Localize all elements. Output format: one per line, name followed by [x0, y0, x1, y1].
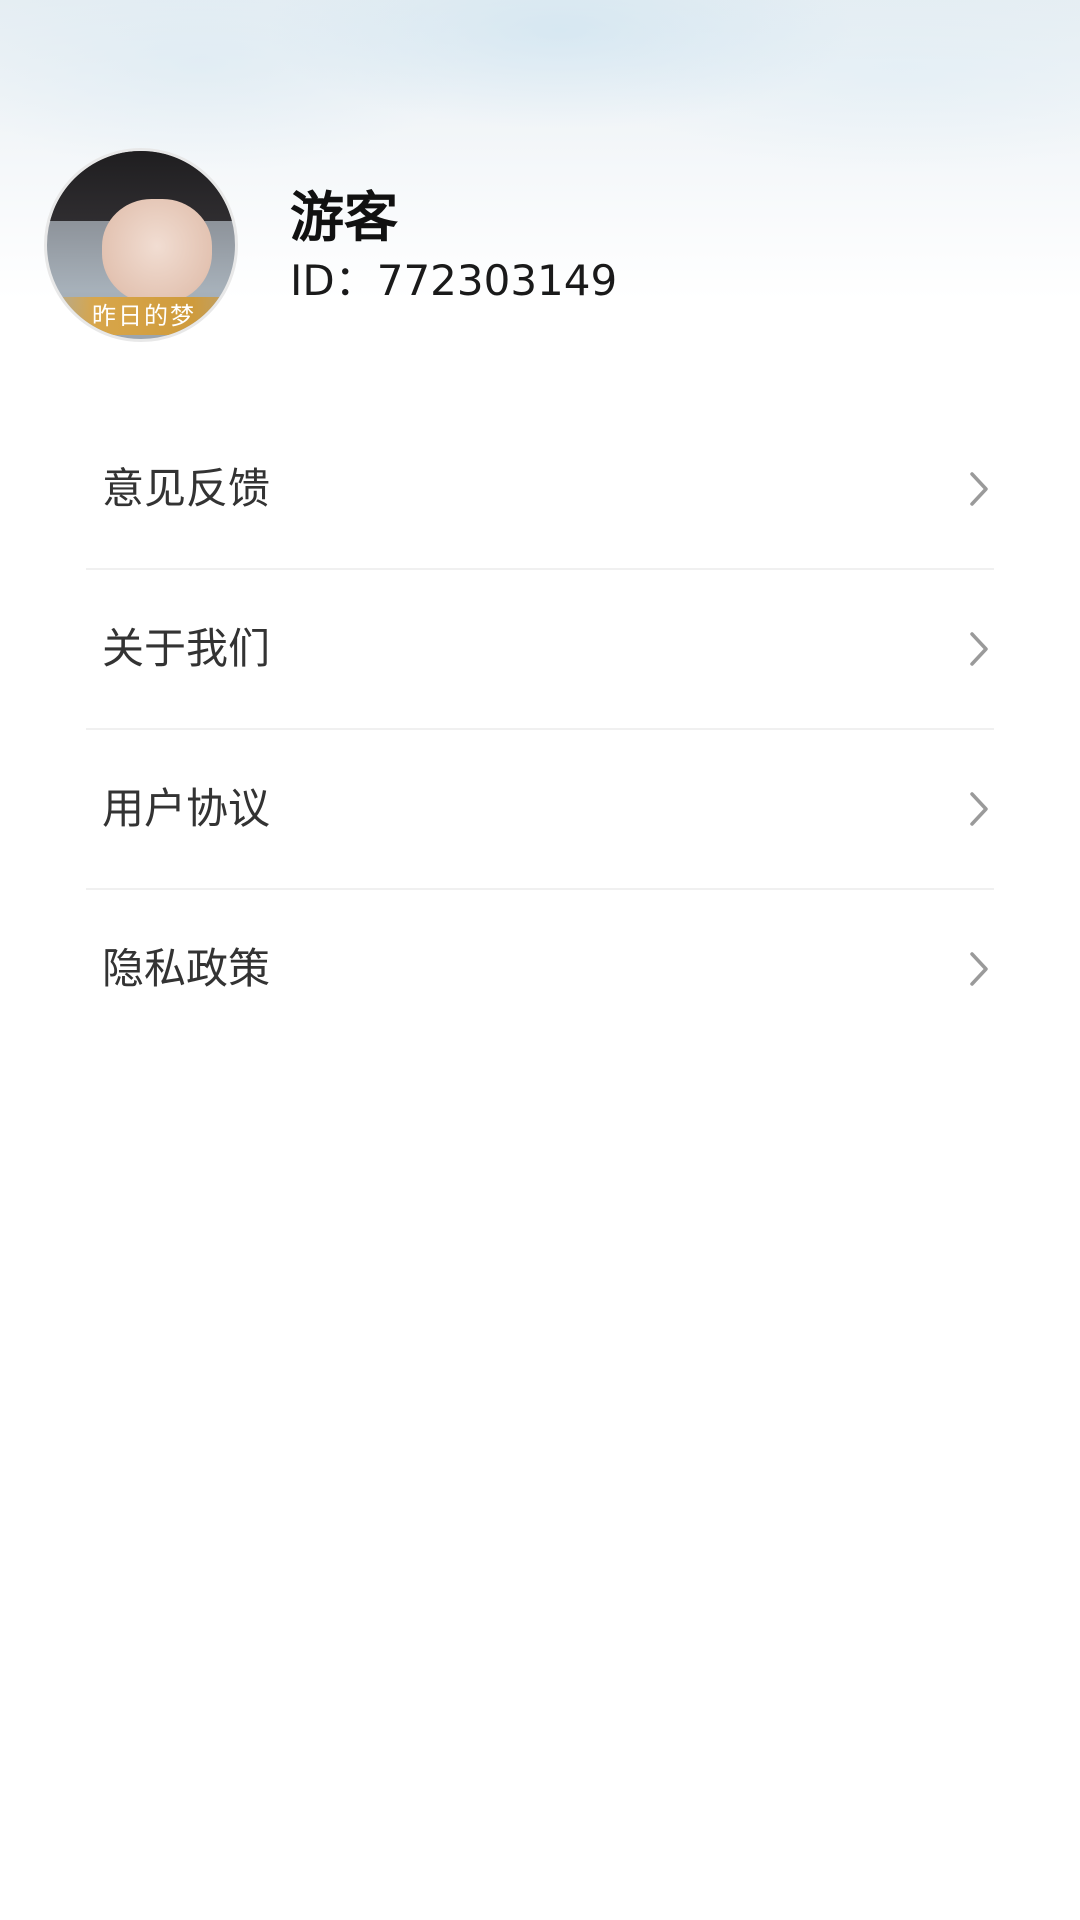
avatar[interactable]: 昨日的梦	[44, 148, 238, 342]
avatar-caption: 昨日的梦	[47, 297, 235, 335]
menu-item-privacy-policy[interactable]: 隐私政策	[86, 890, 994, 1050]
menu-item-label: 隐私政策	[102, 944, 271, 993]
menu-item-label: 用户协议	[102, 784, 271, 833]
chevron-right-icon	[970, 952, 988, 986]
user-name: 游客	[290, 186, 398, 249]
settings-menu: 意见反馈 关于我们 用户协议 隐私政策	[86, 410, 994, 1050]
profile-header: 昨日的梦 游客 ID：772303149	[44, 148, 1044, 348]
menu-item-user-agreement[interactable]: 用户协议	[86, 730, 994, 890]
avatar-face	[102, 199, 212, 304]
chevron-right-icon	[970, 792, 988, 826]
menu-item-about-us[interactable]: 关于我们	[86, 570, 994, 730]
chevron-right-icon	[970, 632, 988, 666]
chevron-right-icon	[970, 472, 988, 506]
user-id: ID：772303149	[290, 256, 618, 305]
menu-item-label: 意见反馈	[102, 464, 271, 513]
menu-item-feedback[interactable]: 意见反馈	[86, 410, 994, 570]
menu-item-label: 关于我们	[102, 624, 271, 673]
